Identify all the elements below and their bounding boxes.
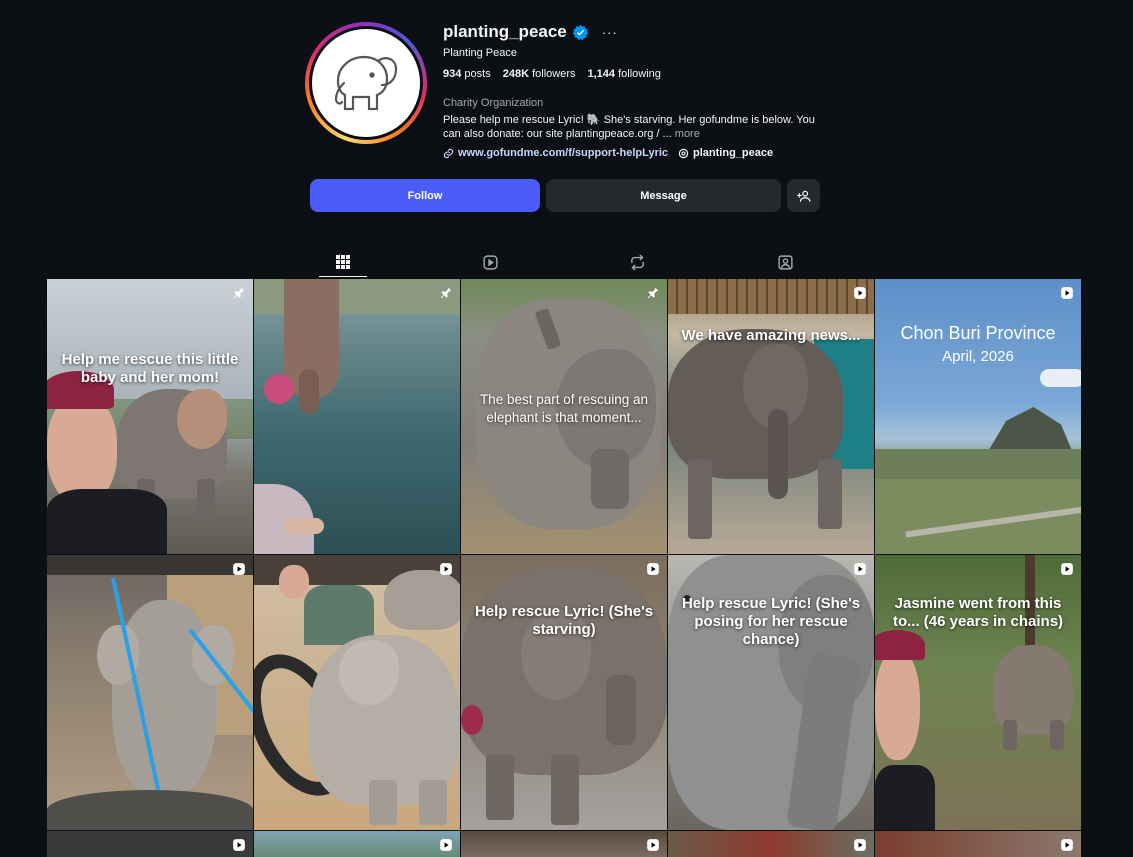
tab-reposts[interactable] [613, 247, 661, 277]
full-name: Planting Peace [443, 47, 517, 59]
post-tile[interactable] [254, 555, 460, 830]
posts-count: 934 posts [443, 68, 491, 80]
post-tile[interactable] [47, 555, 253, 830]
threads-handle: planting_peace [693, 147, 774, 159]
post-caption: Help rescue Lyric! (She's starving) [474, 603, 654, 638]
profile-tabs [0, 247, 1133, 277]
bio-more-link[interactable]: more [675, 128, 700, 140]
suggested-accounts-button[interactable] [787, 179, 820, 212]
post-caption: Help rescue Lyric! (She's posing for her… [681, 595, 861, 648]
threads-link[interactable]: planting_peace [678, 147, 773, 159]
posts-grid: Help me rescue this little baby and her … [47, 279, 1081, 857]
post-tile[interactable]: The best part of rescuing an elephant is… [461, 279, 667, 554]
post-tile[interactable]: Help rescue Lyric! (She's starving) [461, 555, 667, 830]
post-caption: Chon Buri Province [900, 323, 1056, 343]
post-tile[interactable]: Chon Buri Province April, 2026 [875, 279, 1081, 554]
threads-icon [678, 148, 689, 158]
bio: Please help me rescue Lyric! 🐘 She's sta… [443, 113, 823, 141]
post-caption: Jasmine went from this to... (46 years i… [892, 595, 1064, 630]
reel-icon [233, 563, 245, 575]
reel-icon [1061, 563, 1073, 575]
reel-icon [1061, 287, 1073, 299]
reels-icon [482, 254, 498, 270]
post-tile[interactable]: Help me rescue this little baby and her … [47, 279, 253, 554]
reel-icon [233, 839, 245, 851]
profile-info: planting_peace ··· Planting Peace 934 po… [443, 21, 823, 159]
followers-count[interactable]: 248K followers [503, 68, 576, 80]
reel-icon [440, 839, 452, 851]
reel-icon [440, 563, 452, 575]
post-tile[interactable]: We have amazing news... [668, 279, 874, 554]
post-tile[interactable] [461, 831, 667, 857]
reel-icon [854, 839, 866, 851]
bio-text: Please help me rescue Lyric! 🐘 She's sta… [443, 114, 815, 140]
repost-icon [630, 254, 644, 270]
following-count[interactable]: 1,144 following [587, 68, 660, 80]
tagged-icon [777, 254, 793, 270]
reel-icon [1061, 839, 1073, 851]
reel-icon [854, 563, 866, 575]
pin-icon [440, 287, 452, 299]
follow-button[interactable]: Follow [310, 179, 540, 212]
verified-badge-icon [572, 24, 588, 40]
post-tile[interactable] [668, 831, 874, 857]
post-tile[interactable]: Jasmine went from this to... (46 years i… [875, 555, 1081, 830]
more-options-icon[interactable]: ··· [602, 25, 618, 40]
tab-reels[interactable] [466, 247, 514, 277]
external-link-text: www.gofundme.com/f/support-helpLyric [458, 147, 669, 159]
post-subcaption: April, 2026 [942, 348, 1014, 365]
post-caption: The best part of rescuing an elephant is… [479, 392, 649, 425]
tab-tagged[interactable] [761, 247, 809, 277]
elephant-logo-icon [334, 55, 398, 111]
profile-avatar[interactable] [305, 22, 427, 144]
grid-icon [336, 254, 350, 269]
external-link[interactable]: www.gofundme.com/f/support-helpLyric [443, 147, 668, 159]
username: planting_peace [443, 22, 567, 41]
category: Charity Organization [443, 97, 544, 109]
profile-stats: 934 posts 248K followers 1,144 following [443, 68, 823, 80]
post-tile[interactable]: Help rescue Lyric! (She's posing for her… [668, 555, 874, 830]
post-tile[interactable] [47, 831, 253, 857]
post-tile[interactable] [254, 279, 460, 554]
post-caption: Help me rescue this little baby and her … [61, 351, 239, 386]
message-button[interactable]: Message [546, 179, 781, 212]
post-tile[interactable] [875, 831, 1081, 857]
reel-icon [647, 839, 659, 851]
tab-posts[interactable] [319, 247, 367, 277]
link-icon [443, 148, 454, 158]
reel-icon [647, 563, 659, 575]
pin-icon [647, 287, 659, 299]
reel-icon [854, 287, 866, 299]
add-person-icon [796, 190, 810, 202]
pin-icon [233, 287, 245, 299]
post-tile[interactable] [254, 831, 460, 857]
post-caption: We have amazing news... [681, 327, 861, 344]
